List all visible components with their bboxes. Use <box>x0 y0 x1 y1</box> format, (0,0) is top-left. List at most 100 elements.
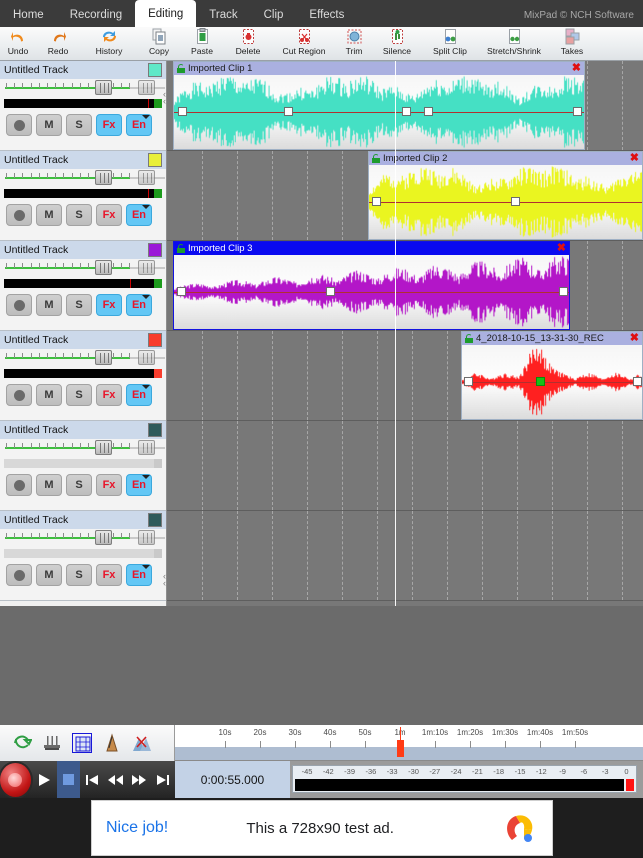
chevron-down-icon[interactable] <box>142 475 150 479</box>
volume-pan-row[interactable] <box>0 79 166 97</box>
track-solo-button[interactable]: S <box>66 294 92 316</box>
clip-envelope-handle[interactable] <box>424 107 433 116</box>
clip-header[interactable]: 4_2018-10-15_13-31-30_REC ✖ <box>462 332 642 345</box>
track-solo-button[interactable]: S <box>66 474 92 496</box>
volume-slider-knob[interactable] <box>95 80 112 95</box>
timeline-lane[interactable] <box>167 511 643 601</box>
track-enable-button[interactable]: En <box>126 204 152 226</box>
clip-header[interactable]: Imported Clip 3 ✖ <box>174 242 569 255</box>
ribbon-redo-button[interactable]: Redo <box>36 27 80 61</box>
ribbon-split-clip-button[interactable]: Split Clip <box>422 27 478 61</box>
skip-start-button[interactable] <box>80 761 104 798</box>
crossfade-icon[interactable] <box>132 733 152 753</box>
track-record-arm-button[interactable] <box>6 204 32 226</box>
clip-header[interactable]: Imported Clip 2 ✖ <box>369 152 642 165</box>
grid-icon[interactable] <box>72 733 92 753</box>
lock-icon[interactable] <box>177 64 185 73</box>
volume-slider-knob[interactable] <box>95 350 112 365</box>
timeline-clip-area[interactable]: Imported Clip 1 ✖ Imported Clip 2 ✖ Imported… <box>167 61 643 606</box>
clip-envelope-handle[interactable] <box>633 377 642 386</box>
pan-slider-knob[interactable] <box>138 170 155 185</box>
fast-forward-button[interactable] <box>128 761 152 798</box>
menu-tab-editing[interactable]: Editing <box>135 0 197 27</box>
ribbon-takes-button[interactable]: Takes <box>550 27 594 61</box>
track-color-swatch[interactable] <box>148 153 162 167</box>
playhead-marker[interactable] <box>397 727 404 757</box>
track-record-arm-button[interactable] <box>6 384 32 406</box>
volume-pan-row[interactable] <box>0 349 166 367</box>
track-solo-button[interactable]: S <box>66 384 92 406</box>
track-fx-button[interactable]: Fx <box>96 474 122 496</box>
track-color-swatch[interactable] <box>148 243 162 257</box>
track-row[interactable]: Untitled Track M S Fx En <box>0 241 166 331</box>
track-mute-button[interactable]: M <box>36 294 62 316</box>
timeline-lane[interactable] <box>167 421 643 511</box>
lock-icon[interactable] <box>372 154 380 163</box>
audio-clip[interactable]: Imported Clip 2 ✖ <box>368 151 643 240</box>
chevron-down-icon[interactable] <box>142 385 150 389</box>
metronome-icon[interactable] <box>102 733 122 753</box>
ribbon-history-button[interactable]: History <box>80 27 138 61</box>
loop-refresh-icon[interactable] <box>12 733 33 753</box>
track-row[interactable]: Untitled Track M S Fx En <box>0 331 166 421</box>
track-color-swatch[interactable] <box>148 63 162 77</box>
pan-slider-knob[interactable] <box>138 260 155 275</box>
audio-clip[interactable]: 4_2018-10-15_13-31-30_REC ✖ <box>461 331 643 420</box>
track-mute-button[interactable]: M <box>36 384 62 406</box>
clip-envelope-handle[interactable] <box>284 107 293 116</box>
track-enable-button[interactable]: En <box>126 474 152 496</box>
clip-close-button[interactable]: ✖ <box>630 153 639 164</box>
track-row[interactable]: Untitled Track M S Fx En <box>0 61 166 151</box>
track-mute-button[interactable]: M <box>36 204 62 226</box>
menu-tab-home[interactable]: Home <box>0 3 57 27</box>
ribbon-trim-button[interactable]: Trim <box>336 27 372 61</box>
track-color-swatch[interactable] <box>148 423 162 437</box>
playhead[interactable] <box>395 61 396 606</box>
volume-pan-row[interactable] <box>0 439 166 457</box>
clip-close-button[interactable]: ✖ <box>630 333 639 344</box>
track-record-arm-button[interactable] <box>6 114 32 136</box>
track-color-swatch[interactable] <box>148 513 162 527</box>
track-fx-button[interactable]: Fx <box>96 294 122 316</box>
track-enable-button[interactable]: En <box>126 294 152 316</box>
ribbon-stretch-shrink-button[interactable]: Stretch/Shrink <box>478 27 550 61</box>
rewind-button[interactable] <box>104 761 128 798</box>
clip-envelope-handle[interactable] <box>536 377 545 386</box>
ribbon-copy-button[interactable]: Copy <box>138 27 180 61</box>
track-fx-button[interactable]: Fx <box>96 204 122 226</box>
ribbon-delete-button[interactable]: Delete <box>224 27 272 61</box>
audio-clip[interactable]: Imported Clip 1 ✖ <box>173 61 585 150</box>
pan-slider-knob[interactable] <box>138 350 155 365</box>
clip-close-button[interactable]: ✖ <box>572 63 581 74</box>
track-mute-button[interactable]: M <box>36 564 62 586</box>
clip-envelope-handle[interactable] <box>177 287 186 296</box>
clip-envelope-handle[interactable] <box>178 107 187 116</box>
track-mute-button[interactable]: M <box>36 114 62 136</box>
clip-envelope-handle[interactable] <box>511 197 520 206</box>
volume-slider-knob[interactable] <box>95 260 112 275</box>
track-enable-button[interactable]: En <box>126 114 152 136</box>
volume-slider-knob[interactable] <box>95 530 112 545</box>
time-ruler[interactable]: 10s20s30s40s50s1m1m:10s1m:20s1m:30s1m:40… <box>175 725 643 761</box>
audio-clip[interactable]: Imported Clip 3 ✖ <box>173 241 570 330</box>
menu-tab-recording[interactable]: Recording <box>57 3 135 27</box>
volume-slider-knob[interactable] <box>95 440 112 455</box>
volume-pan-row[interactable] <box>0 259 166 277</box>
ribbon-silence-button[interactable]: Silence <box>372 27 422 61</box>
clip-envelope-handle[interactable] <box>372 197 381 206</box>
track-record-arm-button[interactable] <box>6 564 32 586</box>
track-record-arm-button[interactable] <box>6 474 32 496</box>
skip-end-button[interactable] <box>151 761 175 798</box>
pan-slider-knob[interactable] <box>138 440 155 455</box>
collapse-down-chevron[interactable]: ‹ ‹ <box>163 572 166 588</box>
chevron-down-icon[interactable] <box>142 205 150 209</box>
track-enable-button[interactable]: En <box>126 564 152 586</box>
clip-envelope-handle[interactable] <box>402 107 411 116</box>
track-solo-button[interactable]: S <box>66 204 92 226</box>
ad-banner[interactable]: Nice job! This a 728x90 test ad. <box>91 800 553 856</box>
ribbon-paste-button[interactable]: Paste <box>180 27 224 61</box>
volume-pan-row[interactable] <box>0 169 166 187</box>
track-row[interactable]: Untitled Track M S Fx En <box>0 151 166 241</box>
clip-envelope-handle[interactable] <box>573 107 582 116</box>
lock-icon[interactable] <box>465 334 473 343</box>
